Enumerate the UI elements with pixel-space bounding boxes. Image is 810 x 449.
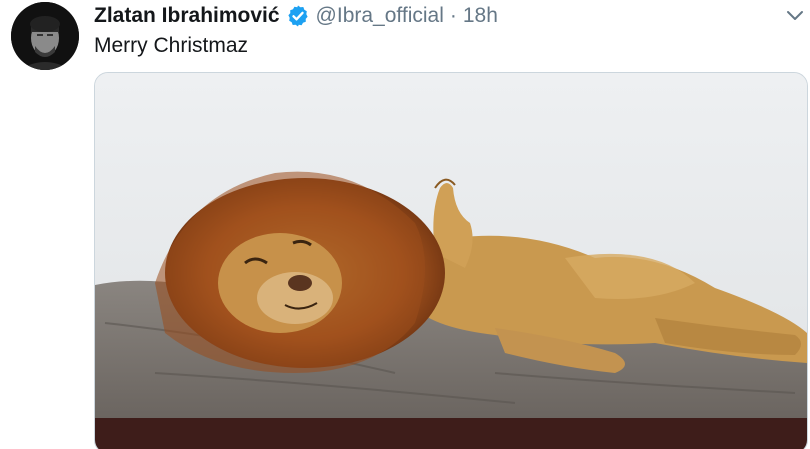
verified-badge-icon [287, 5, 308, 27]
tweet-timestamp[interactable]: 18h [463, 4, 498, 28]
tweet-media[interactable] [94, 72, 808, 449]
avatar[interactable] [11, 2, 79, 70]
tweet-text: Merry Christmaz [94, 34, 249, 57]
separator-dot: · [449, 4, 457, 27]
avatar-photo-icon [11, 2, 79, 70]
tweet-header: Zlatan Ibrahimović @Ibra_official · 18h [94, 2, 498, 30]
author-handle[interactable]: @Ibra_official [316, 4, 444, 28]
author-name[interactable]: Zlatan Ibrahimović [94, 4, 280, 28]
lion-photo-icon [95, 73, 807, 449]
tweet[interactable]: Zlatan Ibrahimović @Ibra_official · 18h … [0, 0, 810, 449]
chevron-down-icon[interactable] [786, 10, 804, 22]
